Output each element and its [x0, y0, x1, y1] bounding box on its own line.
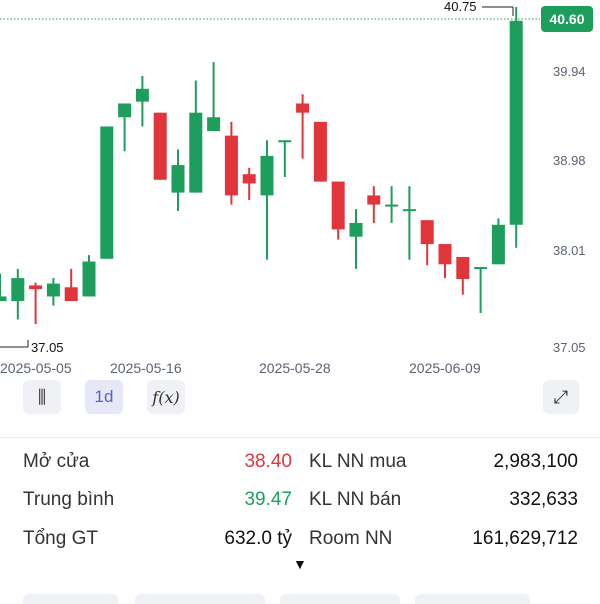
foreign-sell-label: KL NN bán	[309, 489, 402, 510]
candle-body[interactable]	[100, 126, 114, 259]
candle-body[interactable]	[278, 140, 292, 143]
stats-row-1: Mở cửa 38.40 KL NN mua 2,983,100	[0, 444, 600, 480]
foreign-sell-value: 332,633	[509, 489, 578, 510]
candle-body[interactable]	[135, 88, 149, 102]
candle-body[interactable]	[82, 261, 96, 297]
foreign-buy-label: KL NN mua	[309, 451, 407, 472]
date-label-0: 2025-05-05	[0, 360, 72, 376]
foreign-buy-value: 2,983,100	[493, 451, 578, 472]
candle-body[interactable]	[313, 121, 327, 182]
candle-body[interactable]	[296, 103, 310, 113]
candles-layer	[0, 7, 523, 325]
low-marker-label: 37.05	[31, 340, 64, 355]
expand-caret-icon[interactable]: ▼	[293, 556, 307, 572]
candle-body[interactable]	[474, 267, 488, 270]
high-marker-label: 40.75	[444, 0, 477, 14]
date-label-1: 2025-05-16	[110, 360, 182, 376]
candle-body[interactable]	[0, 296, 7, 302]
candle-body[interactable]	[242, 174, 256, 184]
open-value: 38.40	[244, 451, 292, 472]
fullscreen-button[interactable]: ⤢	[543, 380, 579, 414]
candle-body[interactable]	[11, 278, 25, 302]
date-label-3: 2025-06-09	[409, 360, 481, 376]
open-label: Mở cửa	[23, 451, 90, 472]
candle-body[interactable]	[64, 287, 78, 302]
function-icon: f(x)	[152, 387, 180, 407]
interval-label: 1d	[94, 387, 114, 406]
candle-body[interactable]	[331, 181, 345, 230]
bottom-chip-1[interactable]	[23, 594, 118, 604]
candle-body[interactable]	[29, 285, 43, 290]
section-divider	[0, 437, 600, 438]
bottom-chip-3[interactable]	[280, 594, 400, 604]
candle-body[interactable]	[349, 222, 363, 237]
bottom-tabs-peek	[0, 586, 600, 604]
candlestick-chart[interactable]: 40.75 37.05 40.60 39.94 38.98 38.01 37.0…	[0, 0, 600, 380]
stats-row-2: Trung bình 39.47 KL NN bán 332,633	[0, 482, 600, 518]
total-label: Tổng GT	[23, 528, 98, 549]
candle-body[interactable]	[207, 117, 221, 132]
candle-body[interactable]	[46, 283, 60, 297]
candle-body[interactable]	[260, 155, 274, 196]
chart-toolbar: ⫼ 1d f(x) ⤢	[0, 380, 600, 416]
avg-value: 39.47	[244, 489, 292, 510]
expand-icon: ⤢	[553, 386, 569, 407]
candle-body[interactable]	[402, 209, 416, 212]
interval-1d-button[interactable]: 1d	[85, 380, 123, 414]
candle-body[interactable]	[491, 224, 505, 265]
candle-body[interactable]	[509, 20, 523, 225]
price-label-3: 37.05	[553, 340, 586, 355]
candle-body[interactable]	[224, 135, 238, 196]
price-label-1: 38.98	[553, 153, 586, 168]
room-value: 161,629,712	[472, 528, 578, 549]
candlestick-icon: ⫼	[37, 386, 47, 407]
date-label-2: 2025-05-28	[259, 360, 331, 376]
candle-body[interactable]	[367, 195, 381, 205]
candle-body[interactable]	[153, 112, 167, 180]
candle-type-button[interactable]: ⫼	[23, 380, 61, 414]
indicator-fx-button[interactable]: f(x)	[147, 380, 185, 414]
candle-body[interactable]	[420, 220, 434, 245]
candle-body[interactable]	[385, 204, 399, 207]
stats-row-3: Tổng GT 632.0 tỷ Room NN 161,629,712	[0, 521, 600, 557]
price-label-2: 38.01	[553, 243, 586, 258]
candle-body[interactable]	[189, 112, 203, 193]
bottom-chip-2[interactable]	[135, 594, 265, 604]
price-label-0: 39.94	[553, 64, 586, 79]
room-label: Room NN	[309, 528, 393, 549]
candle-body[interactable]	[171, 165, 185, 193]
candle-body[interactable]	[438, 244, 452, 265]
bottom-chip-4[interactable]	[415, 594, 530, 604]
current-price-text: 40.60	[549, 11, 584, 27]
total-value: 632.0 tỷ	[224, 528, 292, 549]
avg-label: Trung bình	[23, 489, 115, 510]
candle-body[interactable]	[456, 256, 470, 279]
candle-body[interactable]	[118, 103, 132, 118]
